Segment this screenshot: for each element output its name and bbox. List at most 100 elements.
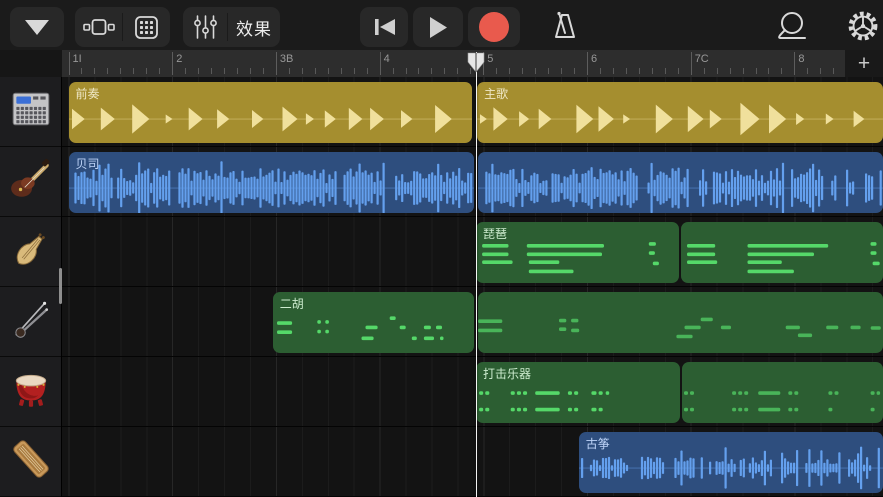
ruler-bar-label: 8 — [798, 53, 804, 65]
region-bass-1[interactable] — [478, 152, 883, 213]
ruler-tick — [665, 68, 666, 74]
ruler-tick — [393, 68, 394, 74]
play-icon — [428, 16, 448, 39]
region-percussion-0[interactable]: 打击乐器 — [476, 362, 680, 423]
add-track-button[interactable]: + — [852, 53, 876, 74]
ruler-tick — [652, 68, 653, 74]
ruler-tick — [509, 68, 510, 74]
region-erhu-1[interactable] — [478, 292, 883, 353]
region-bass-0[interactable]: 贝司 — [69, 152, 475, 213]
ruler-tick — [94, 68, 95, 74]
ruler-tick — [133, 68, 134, 74]
region-midi-notes — [476, 222, 679, 283]
mixer-controls-button[interactable] — [183, 7, 227, 47]
effects-button[interactable]: 效果 — [228, 7, 280, 47]
ruler-tick — [639, 68, 640, 74]
ruler-tick — [781, 68, 782, 74]
region-drum-machine-1[interactable]: 主歌 — [477, 82, 883, 143]
track-view-button[interactable] — [75, 7, 122, 47]
ruler-bar-label: 2 — [176, 53, 182, 65]
ruler-tick — [250, 68, 251, 74]
rewind-icon — [372, 17, 397, 37]
track-headers-column — [0, 77, 62, 497]
ruler-tick — [120, 68, 121, 74]
loop-browser-button[interactable] — [770, 8, 812, 44]
track-header-drum-machine[interactable] — [0, 77, 61, 147]
track-header-pipa[interactable] — [0, 217, 61, 287]
ruler-bar-line — [69, 52, 70, 75]
region-waveform — [477, 82, 883, 143]
track-header-bass[interactable] — [0, 147, 61, 217]
ruler-bar-label: 4 — [384, 53, 390, 65]
play-button[interactable] — [413, 7, 463, 47]
erhu-icon — [8, 296, 54, 347]
garageband-tracks-view: 效果 — [0, 0, 883, 497]
song-menu-button[interactable] — [10, 7, 64, 47]
ruler-tick — [457, 68, 458, 74]
chinese-drum-icon — [8, 366, 54, 417]
ruler-tick — [406, 68, 407, 74]
region-drum-machine-0[interactable]: 前奏 — [69, 82, 472, 143]
region-erhu-0[interactable]: 二胡 — [273, 292, 474, 353]
ruler-tick — [717, 68, 718, 74]
tracks-timeline[interactable]: 前奏主歌贝司琵琶二胡打击乐器古筝 — [62, 77, 883, 497]
ruler-tick — [833, 68, 834, 74]
ruler-bar-label: 6 — [591, 53, 597, 65]
track-header-guzheng[interactable] — [0, 427, 61, 497]
track-scrollbar[interactable] — [59, 268, 62, 304]
guzheng-icon — [8, 436, 54, 487]
ruler-tick — [756, 68, 757, 74]
ruler-tick — [600, 68, 601, 74]
rewind-button[interactable] — [360, 7, 408, 47]
region-pipa-0[interactable]: 琵琶 — [476, 222, 679, 283]
ruler-tick — [730, 68, 731, 74]
ruler-tick — [704, 68, 705, 74]
region-midi-notes — [476, 362, 680, 423]
ruler-tick — [613, 68, 614, 74]
view-mode-segment — [75, 7, 170, 47]
loop-browser-icon — [772, 10, 810, 42]
record-button[interactable] — [468, 7, 520, 47]
ruler-bar-line — [794, 52, 795, 75]
ruler-tick — [341, 68, 342, 74]
mixer-effects-segment: 效果 — [183, 7, 280, 47]
region-waveform — [478, 152, 883, 213]
ruler-tick — [807, 68, 808, 74]
toolbar: 效果 — [0, 0, 883, 50]
ruler-tick — [561, 68, 562, 74]
ruler-tick — [367, 68, 368, 74]
metronome-button[interactable] — [546, 8, 584, 44]
ruler-tick — [198, 68, 199, 74]
track-view-icon — [83, 18, 115, 36]
ruler-tick — [678, 68, 679, 74]
region-midi-notes — [681, 222, 883, 283]
settings-button[interactable] — [843, 8, 883, 44]
ruler-tick — [185, 68, 186, 74]
record-icon — [479, 12, 509, 42]
playhead-line[interactable] — [476, 52, 478, 497]
ruler-plus-zone: + — [845, 50, 883, 77]
region-waveform — [69, 82, 472, 143]
ruler-bar-line — [691, 52, 692, 75]
ruler-tick — [289, 68, 290, 74]
ruler-bar-line — [172, 52, 173, 75]
region-guzheng-0[interactable]: 古筝 — [579, 432, 883, 493]
track-header-percussion[interactable] — [0, 357, 61, 427]
ruler-tick — [81, 68, 82, 74]
playhead-handle[interactable] — [467, 52, 485, 73]
track-header-erhu[interactable] — [0, 287, 61, 357]
ruler-bar-line — [276, 52, 277, 75]
ruler-bar-label: 7C — [695, 53, 709, 65]
ruler-tick — [302, 68, 303, 74]
region-percussion-1[interactable] — [682, 362, 883, 423]
ruler-bar-line — [587, 52, 588, 75]
ruler-bar-label: 3B — [280, 53, 293, 65]
region-midi-notes — [478, 292, 883, 353]
ruler-tick — [626, 68, 627, 74]
live-loops-grid-button[interactable] — [123, 7, 170, 47]
region-waveform — [579, 432, 883, 493]
ruler-tick — [263, 68, 264, 74]
ruler-tick — [107, 68, 108, 74]
timeline-ruler[interactable]: 1I23B4567C8 — [62, 50, 845, 77]
region-pipa-1[interactable] — [681, 222, 883, 283]
